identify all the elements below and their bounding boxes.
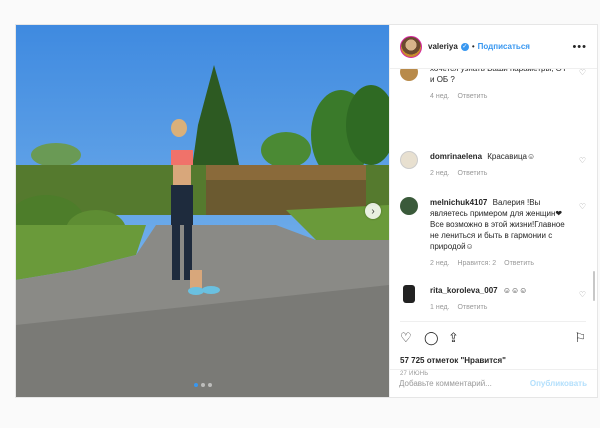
photo-image [16, 25, 389, 397]
heart-icon[interactable]: ♡ [579, 289, 586, 300]
reply-button[interactable]: Ответить [457, 302, 487, 313]
comment-avatar[interactable] [403, 285, 415, 303]
reply-button[interactable]: Ответить [504, 258, 534, 269]
post-photo[interactable]: › [16, 25, 389, 397]
more-options-icon[interactable]: ••• [572, 41, 587, 53]
heart-icon[interactable]: ♡ [579, 69, 586, 78]
add-comment-bar: Добавьте комментарий... Опубликовать [389, 369, 597, 397]
comment-time[interactable]: 2 нед. [430, 168, 449, 179]
post-sidebar: valeriya ✓ • Подписаться ••• хочется узн… [389, 25, 597, 397]
comment-input[interactable]: Добавьте комментарий... [399, 379, 530, 388]
comment-likes[interactable]: Нравится: 2 [457, 258, 496, 269]
comments-scrollbar[interactable] [593, 271, 595, 301]
follow-button[interactable]: Подписаться [478, 42, 530, 51]
chevron-right-icon: › [371, 205, 375, 217]
carousel-dot [201, 383, 205, 387]
share-icon[interactable]: ⇪ [448, 330, 459, 346]
reply-button[interactable]: Ответить [457, 168, 487, 179]
verified-icon: ✓ [460, 42, 469, 51]
comment-avatar[interactable] [400, 69, 418, 81]
comment-username[interactable]: domrinaelena [430, 152, 482, 161]
bookmark-icon[interactable]: ⚐ [574, 330, 586, 346]
next-photo-button[interactable]: › [365, 203, 381, 219]
comment-text: Красавица☺ [487, 152, 536, 161]
carousel-dots [194, 383, 212, 387]
comment-item: хочется узнать Ваши параметры, ОТ и ОБ ?… [400, 69, 586, 113]
post-header: valeriya ✓ • Подписаться ••• [390, 25, 597, 69]
comment-time[interactable]: 1 нед. [430, 302, 449, 313]
comment-time[interactable]: 4 нед. [430, 91, 449, 102]
comment-username[interactable]: melnichuk4107 [430, 198, 487, 207]
comment-avatar[interactable] [400, 197, 418, 215]
likes-count[interactable]: 57 725 отметок "Нравится" [400, 356, 506, 365]
comments-list[interactable]: хочется узнать Ваши параметры, ОТ и ОБ ?… [390, 69, 596, 319]
avatar[interactable] [400, 35, 422, 58]
carousel-dot [208, 383, 212, 387]
post-username[interactable]: valeriya [428, 42, 458, 51]
post-frame: › valeriya ✓ • Подписаться ••• хочется у… [15, 24, 598, 398]
reply-button[interactable]: Ответить [457, 91, 487, 102]
comment-icon[interactable]: ◯ [424, 330, 439, 346]
comment-text: ☺☺☺ [502, 286, 528, 295]
heart-icon[interactable]: ♡ [579, 155, 586, 166]
carousel-dot [194, 383, 198, 387]
heart-icon[interactable]: ♡ [579, 201, 586, 212]
comment-username[interactable]: rita_koroleva_007 [430, 286, 498, 295]
publish-button[interactable]: Опубликовать [530, 379, 587, 388]
comment-text: хочется узнать Ваши параметры, ОТ и ОБ ? [430, 69, 567, 84]
heart-icon[interactable]: ♡ [400, 330, 412, 346]
comment-time[interactable]: 2 нед. [430, 258, 449, 269]
comment-avatar[interactable] [400, 151, 418, 169]
post-actions: ♡ ◯ ⇪ ⚐ [400, 321, 586, 345]
